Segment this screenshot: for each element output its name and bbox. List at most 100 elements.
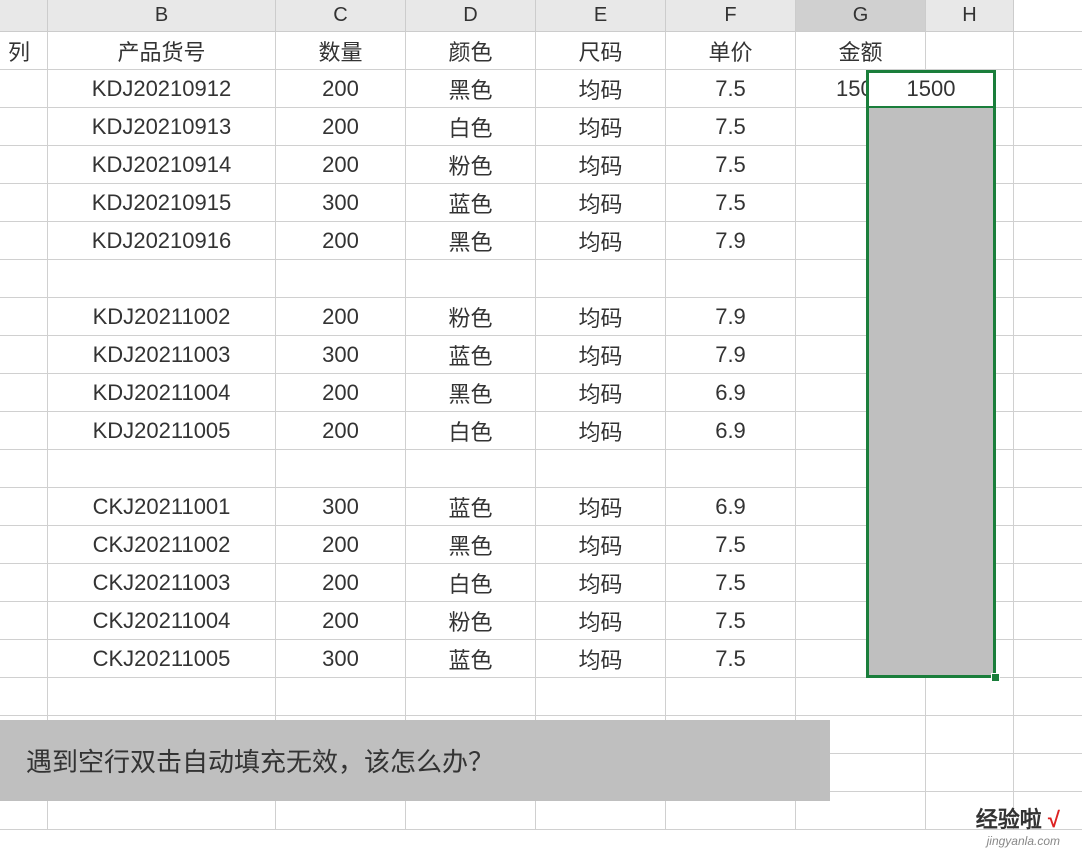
cell[interactable]: 6.9 [666,412,796,449]
cell[interactable]: 200 [276,526,406,563]
cell[interactable] [48,678,276,715]
cell[interactable] [926,602,1014,639]
cell[interactable]: 6.9 [666,374,796,411]
cell[interactable] [276,260,406,297]
cell[interactable] [926,336,1014,373]
cell[interactable]: 蓝色 [406,488,536,525]
cell[interactable]: KDJ20211002 [48,298,276,335]
partial-cell[interactable]: 列 [0,32,48,69]
cell[interactable] [796,222,926,259]
cell[interactable] [276,678,406,715]
cell[interactable]: 粉色 [406,602,536,639]
cell[interactable] [536,678,666,715]
header-cell[interactable]: 数量 [276,32,406,69]
cell[interactable] [0,260,48,297]
cell[interactable] [0,222,48,259]
cell[interactable] [48,260,276,297]
cell[interactable]: 7.5 [666,564,796,601]
cell[interactable] [666,450,796,487]
column-header-G[interactable]: G [796,0,926,31]
cell[interactable]: 均码 [536,564,666,601]
cell[interactable] [276,450,406,487]
cell[interactable] [926,184,1014,221]
cell[interactable]: KDJ20210915 [48,184,276,221]
cell[interactable]: 200 [276,222,406,259]
cell[interactable]: 均码 [536,336,666,373]
cell[interactable]: 200 [276,70,406,107]
column-header-C[interactable]: C [276,0,406,31]
cell[interactable] [926,222,1014,259]
cell[interactable]: 7.9 [666,222,796,259]
cell[interactable] [796,640,926,677]
cell[interactable] [926,678,1014,715]
cell[interactable]: 7.5 [666,640,796,677]
cell[interactable]: 6.9 [666,488,796,525]
cell[interactable]: KDJ20211004 [48,374,276,411]
cell[interactable]: 7.5 [666,146,796,183]
cell[interactable] [536,450,666,487]
cell[interactable] [406,678,536,715]
column-header-H[interactable]: H [926,0,1014,31]
cell[interactable] [926,260,1014,297]
cell[interactable]: 7.5 [666,70,796,107]
header-cell[interactable]: 产品货号 [48,32,276,69]
cell[interactable]: 蓝色 [406,184,536,221]
cell[interactable]: 1500 [796,70,926,107]
cell[interactable] [0,564,48,601]
cell[interactable]: 200 [276,602,406,639]
cell[interactable]: CKJ20211001 [48,488,276,525]
cell[interactable] [926,146,1014,183]
cell[interactable] [926,32,1014,69]
cell[interactable]: 7.5 [666,108,796,145]
cell[interactable] [796,678,926,715]
cell[interactable] [0,678,48,715]
cell[interactable] [926,450,1014,487]
cell[interactable]: 蓝色 [406,640,536,677]
cell[interactable]: 黑色 [406,70,536,107]
cell[interactable] [0,450,48,487]
cell[interactable] [796,602,926,639]
header-cell[interactable]: 尺码 [536,32,666,69]
cell[interactable] [796,108,926,145]
cell[interactable]: 均码 [536,298,666,335]
cell[interactable] [796,260,926,297]
cell[interactable] [796,336,926,373]
cell[interactable]: KDJ20211003 [48,336,276,373]
cell[interactable]: 300 [276,488,406,525]
cell[interactable] [0,526,48,563]
cell[interactable] [796,526,926,563]
cell[interactable]: 均码 [536,108,666,145]
cell[interactable] [926,526,1014,563]
cell[interactable] [0,184,48,221]
cell[interactable]: 均码 [536,602,666,639]
header-cell[interactable]: 金额 [796,32,926,69]
cell[interactable]: 7.5 [666,602,796,639]
cell[interactable] [926,564,1014,601]
cell[interactable]: 300 [276,336,406,373]
cell[interactable]: KDJ20211005 [48,412,276,449]
cell[interactable] [926,716,1014,753]
column-header-F[interactable]: F [666,0,796,31]
cell[interactable]: KDJ20210916 [48,222,276,259]
cell[interactable]: CKJ20211002 [48,526,276,563]
cell[interactable]: CKJ20211003 [48,564,276,601]
cell[interactable] [926,374,1014,411]
cell[interactable] [0,336,48,373]
cell[interactable]: 均码 [536,640,666,677]
cell[interactable]: 黑色 [406,374,536,411]
cell[interactable] [926,108,1014,145]
cell[interactable] [0,640,48,677]
cell[interactable] [0,412,48,449]
cell[interactable]: 7.5 [666,526,796,563]
cell[interactable]: KDJ20210913 [48,108,276,145]
cell[interactable]: 均码 [536,184,666,221]
cell[interactable]: 200 [276,564,406,601]
cell[interactable] [926,412,1014,449]
cell[interactable] [48,450,276,487]
cell[interactable] [0,70,48,107]
cell[interactable]: 蓝色 [406,336,536,373]
cell[interactable]: 7.9 [666,336,796,373]
cell[interactable] [926,70,1014,107]
column-header-row[interactable] [0,0,48,31]
cell[interactable]: 7.5 [666,184,796,221]
